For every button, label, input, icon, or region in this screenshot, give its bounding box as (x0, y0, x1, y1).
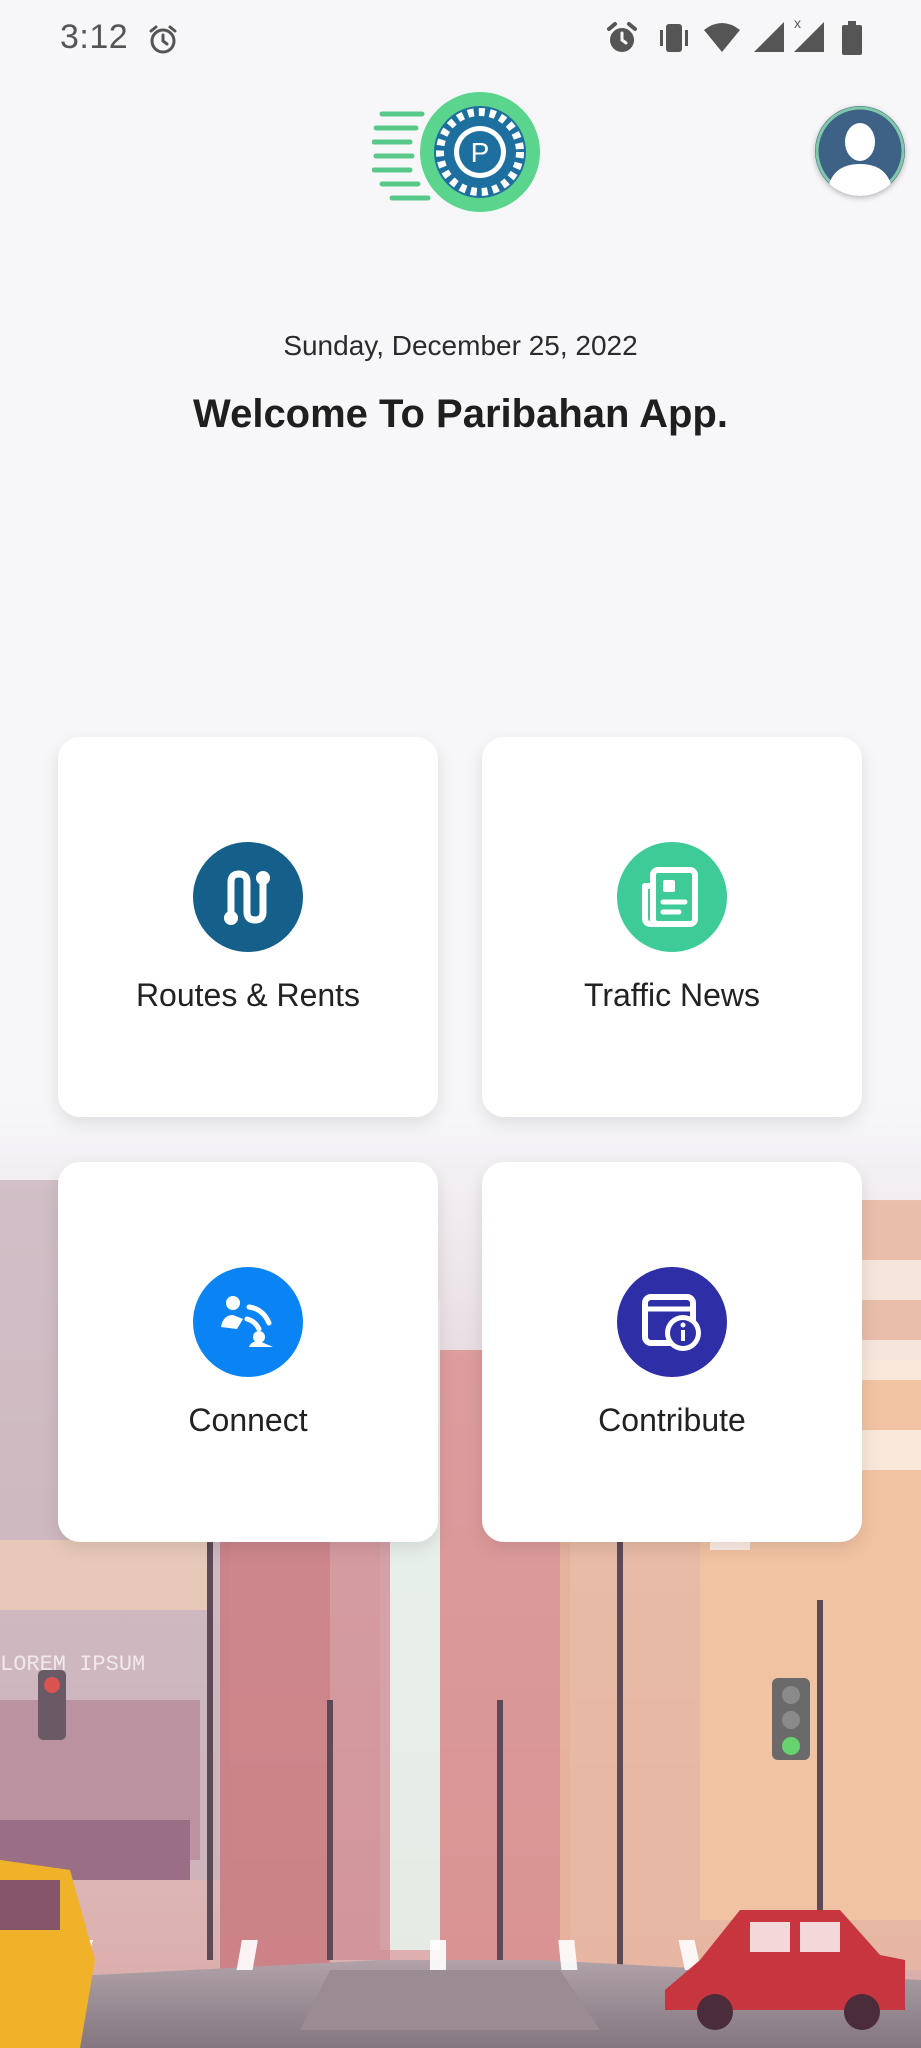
routes-rents-card[interactable]: Routes & Rents (58, 737, 438, 1117)
home-screen: 3:12 x P Sunday, December 25, 2022 Welco… (0, 0, 921, 2048)
card-label-contribute: Contribute (598, 1402, 746, 1438)
paribahan-logo: P (372, 92, 540, 212)
card-label-connect: Connect (188, 1402, 308, 1438)
profile-avatar[interactable] (815, 106, 905, 196)
connect-card[interactable]: Connect (58, 1162, 438, 1542)
welcome-heading: Welcome To Paribahan App. (193, 392, 728, 436)
date-text: Sunday, December 25, 2022 (283, 330, 638, 361)
info-card-icon (617, 1267, 727, 1377)
svg-text:P: P (471, 137, 490, 168)
connect-icon (193, 1267, 303, 1377)
wifi-icon (704, 23, 740, 52)
user-avatar-icon (815, 106, 905, 196)
card-label-traffic-news: Traffic News (583, 977, 761, 1013)
signal-icon (754, 22, 784, 52)
status-time: 3:12 (60, 18, 129, 56)
traffic-news-card[interactable]: Traffic News (482, 737, 862, 1117)
route-icon (193, 842, 303, 952)
svg-text:x: x (794, 16, 801, 31)
newspaper-icon (617, 842, 727, 952)
status-bar: 3:12 x (0, 0, 921, 78)
card-label-routes-rents: Routes & Rents (135, 977, 361, 1013)
contribute-card[interactable]: Contribute (482, 1162, 862, 1542)
svg-text:LOREM IPSUM: LOREM IPSUM (0, 1652, 145, 1677)
vibrate-icon (660, 24, 688, 52)
battery-icon (842, 21, 862, 55)
alarm-small-icon (149, 25, 177, 54)
alarm-icon (607, 22, 637, 52)
signal-x-icon: x (794, 16, 824, 52)
